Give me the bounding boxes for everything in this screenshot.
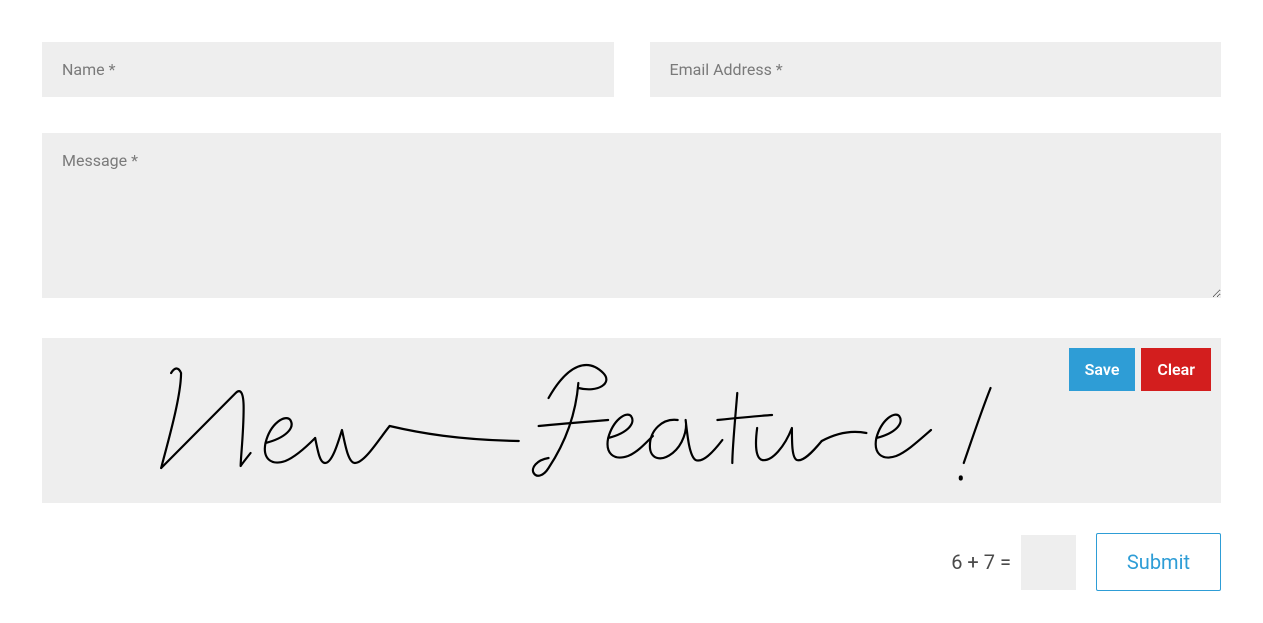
captcha-question: 6 + 7 = <box>951 550 1011 574</box>
name-field[interactable] <box>42 42 614 97</box>
submit-button[interactable]: Submit <box>1096 533 1221 591</box>
clear-button[interactable]: Clear <box>1141 348 1211 391</box>
signature-drawing-icon <box>42 338 1221 503</box>
captcha-input[interactable] <box>1021 535 1076 590</box>
save-button[interactable]: Save <box>1069 348 1136 391</box>
message-field[interactable] <box>42 133 1221 298</box>
signature-pad[interactable]: Save Clear <box>42 338 1221 503</box>
email-field[interactable] <box>650 42 1222 97</box>
